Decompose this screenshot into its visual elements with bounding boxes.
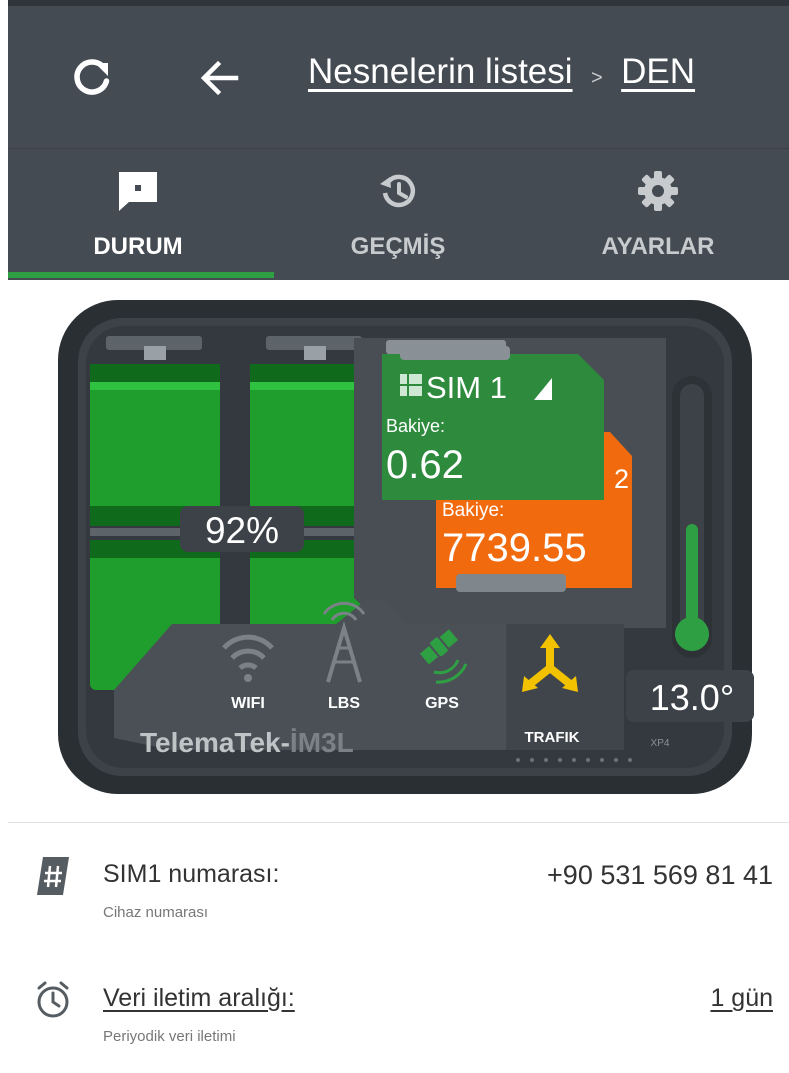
chip-label: XP4 <box>651 738 670 749</box>
tab-history[interactable]: GEÇMİŞ <box>268 149 528 280</box>
data-interval-link[interactable]: Veri iletim aralığı: <box>103 984 295 1013</box>
gear-icon <box>638 171 678 211</box>
breadcrumb-separator: > <box>591 67 603 90</box>
section-divider <box>8 822 789 823</box>
info-row-data-interval: Veri iletim aralığı: Periyodik veri ilet… <box>8 980 789 1073</box>
top-bar: Nesnelerin listesi > DEN <box>8 0 789 148</box>
sim1-balance: 0.62 <box>386 443 464 487</box>
tab-history-label: GEÇMİŞ <box>350 233 446 260</box>
sim1-card: SIM 1 Bakiye: 0.62 <box>382 346 604 500</box>
sim1-number-title: SIM1 numarası: <box>103 860 280 888</box>
gps-label: GPS <box>425 695 459 712</box>
message-square-icon <box>119 172 157 211</box>
tab-settings-label: AYARLAR <box>601 233 715 260</box>
sim-chip-icon <box>400 374 422 396</box>
board-dots <box>516 758 632 762</box>
temperature-value: 13.0° <box>650 677 734 718</box>
breadcrumb-link-object-list[interactable]: Nesnelerin listesi <box>308 52 573 91</box>
battery-percent: 92% <box>205 510 279 551</box>
app-frame: Nesnelerin listesi > DEN DURUM GEÇMİŞ AY… <box>8 0 789 1073</box>
data-interval-value-link[interactable]: 1 gün <box>710 984 773 1013</box>
hash-icon <box>37 857 69 895</box>
sim1-number-value: +90 531 569 81 41 <box>547 860 773 890</box>
battery-cell <box>90 336 220 526</box>
tab-status[interactable]: DURUM <box>8 149 268 280</box>
wifi-label: WIFI <box>231 695 265 712</box>
thermometer-icon <box>672 376 712 658</box>
breadcrumb: Nesnelerin listesi > DEN <box>308 52 695 92</box>
arrow-left-icon[interactable] <box>196 54 244 102</box>
sim2-number: 2 <box>614 464 629 494</box>
tab-bar: DURUM GEÇMİŞ AYARLAR <box>8 148 789 280</box>
sim1-number-subtitle: Cihaz numarası <box>103 904 209 921</box>
data-interval-subtitle: Periyodik veri iletimi <box>103 1028 236 1045</box>
refresh-icon[interactable] <box>68 54 116 102</box>
lbs-label: LBS <box>328 695 360 712</box>
history-icon <box>380 174 416 208</box>
active-tab-indicator <box>8 272 274 278</box>
tab-settings[interactable]: AYARLAR <box>528 149 788 280</box>
info-row-sim1-number: SIM1 numarası: Cihaz numarası +90 531 56… <box>8 856 789 956</box>
sim2-balance-label: Bakiye: <box>442 500 504 521</box>
device-model: TelemaTek-İM3L <box>140 727 354 758</box>
traffic-label: TRAFIK <box>525 729 580 746</box>
tab-status-label: DURUM <box>93 233 183 260</box>
sim2-balance: 7739.55 <box>442 526 587 570</box>
device-status-graphic: 92% 2 Bakiye: 7739.55 SIM 1 Bakiye: 0.62 <box>58 300 754 794</box>
alarm-clock-icon <box>37 981 69 1018</box>
sim1-title: SIM 1 <box>426 370 507 405</box>
breadcrumb-current[interactable]: DEN <box>621 52 695 91</box>
sim1-balance-label: Bakiye: <box>386 416 445 436</box>
